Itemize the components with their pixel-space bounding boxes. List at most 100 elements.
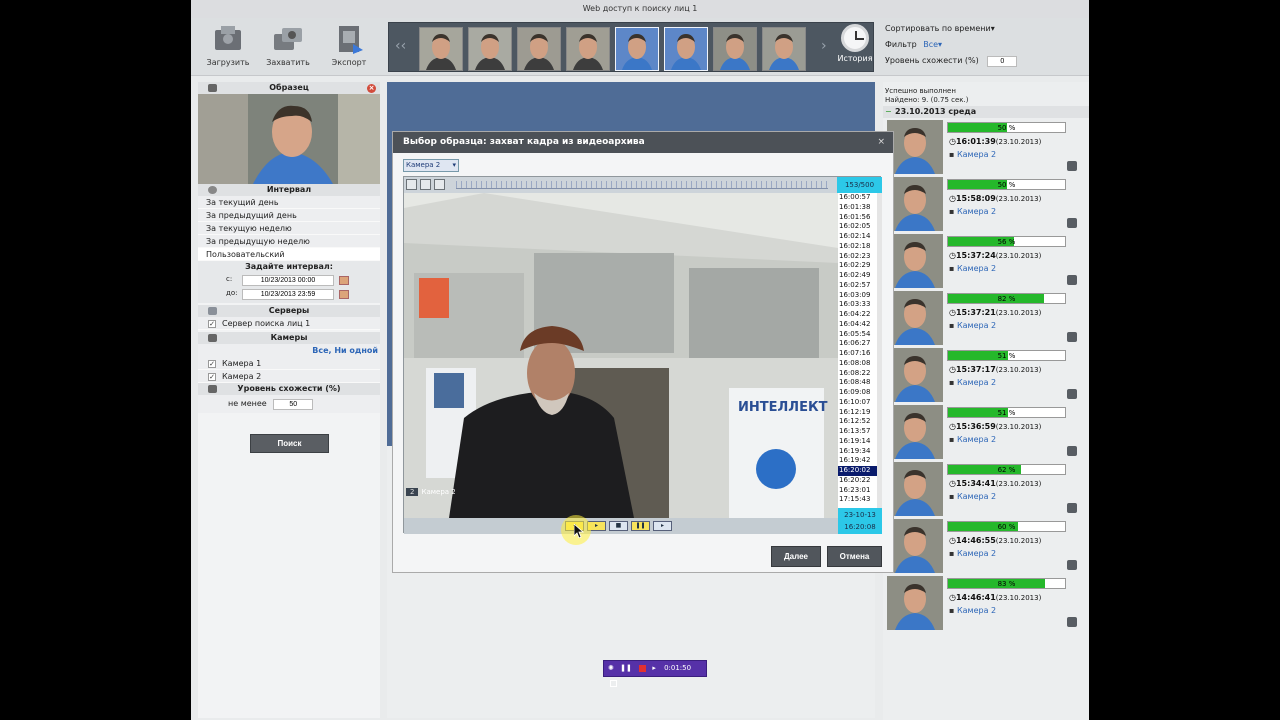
result-photo[interactable] <box>887 405 943 459</box>
next-button[interactable]: Далее <box>771 546 821 567</box>
close-icon[interactable]: × <box>877 132 885 153</box>
interval-option[interactable]: За текущую неделю <box>198 222 380 235</box>
result-photo[interactable] <box>887 234 943 288</box>
result-item[interactable]: 83 % ◷14:46:41(23.10.2013) ▪ Камера 2 <box>887 576 1083 630</box>
time-list-item[interactable]: 16:10:07 <box>838 398 882 408</box>
time-list-item[interactable]: 16:13:57 <box>838 427 882 437</box>
time-list-item[interactable]: 16:02:49 <box>838 271 882 281</box>
time-list-item[interactable]: 16:01:56 <box>838 213 882 223</box>
play-icon[interactable]: ▸ <box>652 664 656 672</box>
time-list-item[interactable]: 16:07:16 <box>838 349 882 359</box>
lock-icon[interactable] <box>1067 161 1077 171</box>
close-icon[interactable]: × <box>367 84 376 93</box>
zoom-icon[interactable] <box>434 179 445 190</box>
time-list-item[interactable]: 16:12:52 <box>838 417 882 427</box>
print-icon[interactable] <box>420 179 431 190</box>
checkbox-icon[interactable]: ✓ <box>208 319 216 328</box>
lock-icon[interactable] <box>1067 560 1077 570</box>
time-list-item[interactable]: 16:02:29 <box>838 261 882 271</box>
time-list-item[interactable]: 16:19:14 <box>838 437 882 447</box>
time-list-item[interactable]: 16:08:48 <box>838 378 882 388</box>
result-camera[interactable]: ▪ Камера 2 <box>949 378 996 387</box>
strip-next-icon[interactable]: › <box>821 38 827 54</box>
result-camera[interactable]: ▪ Камера 2 <box>949 150 996 159</box>
from-date-input[interactable] <box>242 275 334 286</box>
lock-icon[interactable] <box>1067 617 1077 627</box>
result-camera[interactable]: ▪ Камера 2 <box>949 549 996 558</box>
result-camera[interactable]: ▪ Камера 2 <box>949 492 996 501</box>
result-photo[interactable] <box>887 348 943 402</box>
result-photo[interactable] <box>887 576 943 630</box>
result-camera[interactable]: ▪ Камера 2 <box>949 606 996 615</box>
time-list-item[interactable]: 16:19:34 <box>838 447 882 457</box>
time-list-item[interactable]: 16:00:57 <box>838 193 882 203</box>
result-photo[interactable] <box>887 462 943 516</box>
time-list-item[interactable]: 16:01:38 <box>838 203 882 213</box>
strip-face-thumbnail[interactable] <box>762 27 806 71</box>
result-photo[interactable] <box>887 291 943 345</box>
interval-option[interactable]: За текущий день <box>198 196 380 209</box>
history-button[interactable]: История <box>835 24 875 63</box>
sort-dropdown[interactable]: Сортировать по времени▾ <box>885 24 1085 33</box>
time-list-item[interactable]: 16:20:22 <box>838 476 882 486</box>
result-camera[interactable]: ▪ Камера 2 <box>949 321 996 330</box>
server-row[interactable]: ✓ Сервер поиска лиц 1 <box>198 317 380 330</box>
result-camera[interactable]: ▪ Камера 2 <box>949 207 996 216</box>
step-forward-button[interactable]: ▸ <box>653 521 672 531</box>
record-icon[interactable] <box>639 664 647 672</box>
lock-icon[interactable] <box>1067 275 1077 285</box>
strip-face-thumbnail[interactable] <box>713 27 757 71</box>
time-list-item[interactable]: 16:04:42 <box>838 320 882 330</box>
time-list-item[interactable]: 16:19:42 <box>838 456 882 466</box>
lock-icon[interactable] <box>1067 332 1077 342</box>
to-date-input[interactable] <box>242 289 334 300</box>
time-list-item[interactable]: 16:04:22 <box>838 310 882 320</box>
lock-icon[interactable] <box>1067 389 1077 399</box>
time-list-item[interactable]: 16:03:09 <box>838 291 882 301</box>
result-item[interactable]: 62 % ◷15:34:41(23.10.2013) ▪ Камера 2 <box>887 462 1083 516</box>
strip-face-thumbnail[interactable] <box>566 27 610 71</box>
time-list-item[interactable]: 16:02:23 <box>838 252 882 262</box>
result-item[interactable]: 50 % ◷15:58:09(23.10.2013) ▪ Камера 2 <box>887 177 1083 231</box>
result-item[interactable]: 50 % ◷16:01:39(23.10.2013) ▪ Камера 2 <box>887 120 1083 174</box>
filter-dropdown[interactable]: Все▾ <box>923 40 942 49</box>
strip-face-thumbnail[interactable] <box>468 27 512 71</box>
strip-face-thumbnail[interactable] <box>517 27 561 71</box>
result-item[interactable]: 60 % ◷14:46:55(23.10.2013) ▪ Камера 2 <box>887 519 1083 573</box>
time-list-item[interactable]: 16:02:14 <box>838 232 882 242</box>
camera-row[interactable]: ✓ Камера 2 <box>198 370 380 383</box>
export-button[interactable]: Экспорт <box>322 24 376 67</box>
strip-face-thumbnail[interactable] <box>664 27 708 71</box>
strip-face-thumbnail[interactable] <box>615 27 659 71</box>
calendar-icon[interactable] <box>339 290 349 299</box>
time-list-item[interactable]: 16:05:54 <box>838 330 882 340</box>
result-item[interactable]: 56 % ◷15:37:24(23.10.2013) ▪ Камера 2 <box>887 234 1083 288</box>
calendar-icon[interactable] <box>339 276 349 285</box>
results-date-header[interactable]: 23.10.2013 среда <box>883 106 1089 118</box>
result-item[interactable]: 51 % ◷15:37:17(23.10.2013) ▪ Камера 2 <box>887 348 1083 402</box>
time-list-item[interactable]: 16:23:01 <box>838 486 882 496</box>
result-photo[interactable] <box>887 120 943 174</box>
strip-prev-icon[interactable]: ‹‹ <box>395 38 406 54</box>
time-list-item[interactable]: 16:02:05 <box>838 222 882 232</box>
camera-select[interactable]: Камера 2 ▾ <box>403 159 459 172</box>
time-list-item[interactable]: 16:06:27 <box>838 339 882 349</box>
cancel-button[interactable]: Отмена <box>827 546 882 567</box>
similarity-input[interactable] <box>987 56 1018 67</box>
camera-row[interactable]: ✓ Камера 1 <box>198 357 380 370</box>
time-list-item[interactable]: 16:20:02 <box>838 466 882 476</box>
result-camera[interactable]: ▪ Камера 2 <box>949 435 996 444</box>
checkbox-icon[interactable]: ✓ <box>208 359 216 368</box>
time-list-item[interactable]: 16:02:57 <box>838 281 882 291</box>
pause-icon[interactable]: ❚❚ <box>620 664 632 672</box>
time-list-item[interactable]: 16:08:22 <box>838 369 882 379</box>
time-list-scrollbar[interactable] <box>877 193 882 508</box>
interval-option[interactable]: За предыдущую неделю <box>198 235 380 248</box>
interval-option-custom[interactable]: Пользовательский <box>198 248 380 261</box>
min-similarity-input[interactable] <box>273 399 314 410</box>
time-list-item[interactable]: 16:02:18 <box>838 242 882 252</box>
search-button[interactable]: Поиск <box>250 434 329 453</box>
result-camera[interactable]: ▪ Камера 2 <box>949 264 996 273</box>
save-frame-icon[interactable] <box>406 179 417 190</box>
time-list-item[interactable]: 17:15:43 <box>838 495 882 505</box>
